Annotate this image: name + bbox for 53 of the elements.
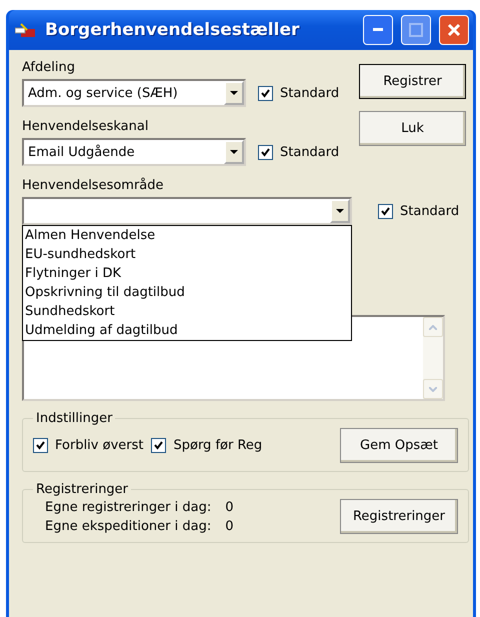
field-label: Henvendelseskanal xyxy=(22,119,150,134)
checkbox-label: Spørg før Reg xyxy=(173,438,262,453)
checkmark-icon xyxy=(261,148,270,156)
group-title: Registreringer xyxy=(35,482,130,497)
group-title: Indstillinger xyxy=(35,411,114,426)
caret-icon xyxy=(336,209,344,213)
dialog-button[interactable]: Registrer xyxy=(359,64,466,99)
dropdown-value: Adm. og service (SÆH) xyxy=(27,86,179,100)
maximize-icon xyxy=(409,23,423,37)
registrations-button[interactable]: Registreringer xyxy=(340,499,458,534)
dropdown-value: Email Udgående xyxy=(27,144,136,160)
close-button[interactable] xyxy=(439,15,469,45)
field-label: Afdeling xyxy=(22,60,76,75)
checkmark-icon xyxy=(36,441,45,450)
stat-label: Egne registreringer i dag: xyxy=(45,500,212,514)
dropdown-field[interactable]: Email Udgående xyxy=(22,138,246,166)
field-label: Henvendelsesområde xyxy=(22,178,165,193)
dropdown-button[interactable] xyxy=(224,81,244,105)
caret-icon xyxy=(230,150,238,154)
dropdown-field[interactable]: Adm. og service (SÆH) xyxy=(22,79,246,107)
checkbox[interactable] xyxy=(258,144,273,160)
dropdown-option[interactable]: Sundhedskort xyxy=(23,302,351,321)
close-icon xyxy=(447,23,461,37)
checkbox[interactable] xyxy=(33,438,48,453)
checkbox[interactable] xyxy=(151,438,166,453)
dropdown-option[interactable]: Flytninger i DK xyxy=(23,264,351,283)
dialog-button[interactable]: Luk xyxy=(359,111,466,146)
dropdown-option[interactable]: Almen Henvendelse xyxy=(23,226,351,245)
checkbox-label: Standard xyxy=(280,86,340,100)
checkbox[interactable] xyxy=(378,204,393,218)
checkmark-icon xyxy=(381,206,390,216)
minimize-icon xyxy=(373,28,383,32)
save-settings-button[interactable]: Gem Opsæt xyxy=(340,428,458,463)
dropdown-button[interactable] xyxy=(224,140,244,164)
stat-value: 0 xyxy=(225,500,234,514)
dropdown-option[interactable]: Opskrivning til dagtilbud xyxy=(23,283,351,302)
checkmark-icon xyxy=(154,441,164,450)
checkbox-label: Standard xyxy=(280,144,340,160)
checkbox-label: Standard xyxy=(400,204,460,218)
stat-label: Egne ekspeditioner i dag: xyxy=(45,518,212,534)
dropdown-option[interactable]: EU-sundhedskort xyxy=(23,245,351,264)
window-title: Borgerhenvendelsestæller xyxy=(45,20,300,40)
checkbox-label: Forbliv øverst xyxy=(55,438,144,453)
checkmark-icon xyxy=(261,88,270,98)
maximize-button[interactable] xyxy=(401,15,431,45)
dropdown-option[interactable]: Udmelding af dagtilbud xyxy=(23,321,351,340)
stat-value: 0 xyxy=(225,518,234,534)
app-icon xyxy=(15,22,37,38)
dropdown-field[interactable] xyxy=(22,197,352,225)
minimize-button[interactable] xyxy=(363,15,393,45)
caret-icon xyxy=(230,91,238,95)
checkbox[interactable] xyxy=(258,86,273,100)
dropdown-button[interactable] xyxy=(330,199,350,223)
